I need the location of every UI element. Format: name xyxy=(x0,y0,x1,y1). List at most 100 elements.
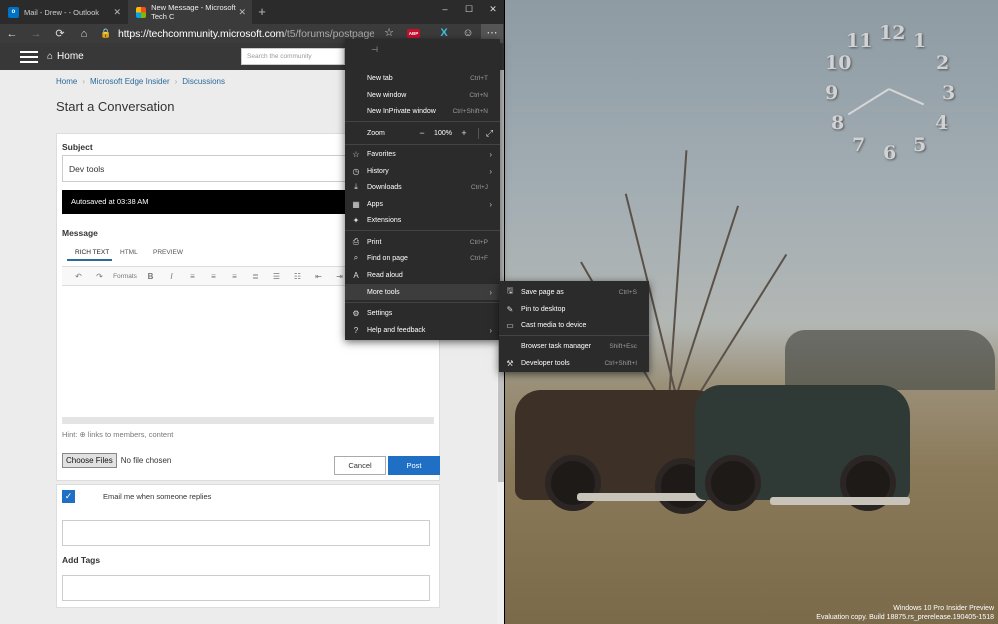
hint-text: Hint: ⊕ links to members, content xyxy=(62,430,174,439)
align-left-icon[interactable]: ≡ xyxy=(182,272,203,281)
car-wheel xyxy=(545,455,601,511)
adblock-extension-icon[interactable]: ABP xyxy=(407,29,420,38)
menu-cast-media[interactable]: ▭ Cast media to device xyxy=(499,317,649,333)
more-tools-submenu: 🖫 Save page as Ctrl+S ✎ Pin to desktop ▭ Cas… xyxy=(499,281,649,372)
tags-input[interactable] xyxy=(62,575,430,601)
chevron-right-icon: › xyxy=(489,199,492,209)
breadcrumb: Home › Microsoft Edge Insider › Discussions xyxy=(56,77,225,86)
menu-label: Settings xyxy=(367,309,393,317)
menu-save-page[interactable]: 🖫 Save page as Ctrl+S xyxy=(499,284,649,300)
tab-new-message[interactable]: New Message - Microsoft Tech C ✕ xyxy=(128,0,252,24)
justify-icon[interactable]: ≣ xyxy=(245,272,266,281)
formats-dropdown[interactable]: Formats xyxy=(110,273,140,280)
new-tab-button[interactable]: + xyxy=(255,4,269,20)
read-aloud-icon: A xyxy=(353,270,359,280)
menu-task-manager[interactable]: Browser task manager Shift+Esc xyxy=(499,338,649,354)
menu-apps[interactable]: ▦ Apps › xyxy=(345,196,500,212)
menu-label: Downloads xyxy=(367,183,402,191)
menu-settings[interactable]: ⚙ Settings xyxy=(345,305,500,321)
menu-new-window[interactable]: New window Ctrl+N xyxy=(345,87,500,103)
home-icon[interactable]: ⌂ xyxy=(47,51,53,62)
breadcrumb-separator: › xyxy=(82,77,86,86)
maximize-button[interactable]: ☐ xyxy=(457,0,481,20)
tab-preview[interactable]: PREVIEW xyxy=(153,249,183,256)
close-tab-icon[interactable]: ✕ xyxy=(238,7,246,18)
bold-icon[interactable]: B xyxy=(140,272,161,281)
menu-developer-tools[interactable]: ⚒ Developer tools Ctrl+Shift+I xyxy=(499,355,649,371)
numbered-list-icon[interactable]: ☷ xyxy=(287,272,308,281)
fullscreen-icon[interactable]: ⤢ xyxy=(478,127,500,139)
bullet-list-icon[interactable]: ☰ xyxy=(266,272,287,281)
editor-horizontal-scrollbar[interactable] xyxy=(62,417,434,424)
menu-read-aloud[interactable]: A Read aloud xyxy=(345,267,500,283)
community-search-input[interactable]: Search the community xyxy=(241,48,345,65)
close-tab-icon[interactable]: ✕ xyxy=(113,7,121,18)
align-right-icon[interactable]: ≡ xyxy=(224,272,245,281)
menu-history[interactable]: ◷ History › xyxy=(345,163,500,179)
watermark-line: Evaluation copy. Build 18875.rs_prerelea… xyxy=(816,614,994,621)
menu-print[interactable]: ⎙ Print Ctrl+P xyxy=(345,234,500,250)
help-icon: ? xyxy=(353,325,359,335)
chevron-right-icon: › xyxy=(489,287,492,297)
clock-number: 10 xyxy=(825,52,852,74)
minimize-button[interactable]: – xyxy=(433,0,457,20)
email-me-checkbox[interactable]: ✓ xyxy=(62,490,75,503)
clock-number: 6 xyxy=(883,142,897,164)
zoom-in-icon[interactable]: + xyxy=(456,128,472,138)
zoom-value: 100% xyxy=(434,129,452,137)
chevron-right-icon: › xyxy=(489,325,492,335)
email-notify-field[interactable] xyxy=(62,520,430,546)
developer-tools-icon: ⚒ xyxy=(506,358,514,368)
outdent-icon[interactable]: ⇤ xyxy=(308,272,329,281)
menu-label: Browser task manager xyxy=(521,342,592,350)
close-window-button[interactable]: ✕ xyxy=(481,0,504,20)
printer-icon: ⎙ xyxy=(352,237,360,246)
url-path: /t5/forums/postpage/board-i... xyxy=(284,27,374,40)
clock-number: 4 xyxy=(935,112,949,134)
menu-more-tools[interactable]: More tools › xyxy=(345,284,500,300)
menu-downloads[interactable]: ⤓ Downloads Ctrl+J xyxy=(345,179,500,195)
zoom-out-icon[interactable]: − xyxy=(414,128,430,138)
undo-icon[interactable]: ↶ xyxy=(68,272,89,281)
menu-find-on-page[interactable]: ⌕ Find on page Ctrl+F xyxy=(345,250,500,266)
breadcrumb-edge-insider[interactable]: Microsoft Edge Insider xyxy=(90,77,170,86)
forward-icon[interactable]: → xyxy=(24,28,48,40)
apps-icon: ▦ xyxy=(352,199,360,209)
breadcrumb-home[interactable]: Home xyxy=(56,77,77,86)
menu-pin-desktop[interactable]: ✎ Pin to desktop xyxy=(499,301,649,317)
redo-icon[interactable]: ↷ xyxy=(89,272,110,281)
title-bar: o Mail - Drew - - Outlook ✕ New Message … xyxy=(0,0,504,24)
tab-label: Mail - Drew - - Outlook xyxy=(24,7,100,17)
menu-new-tab[interactable]: New tab Ctrl+T xyxy=(345,70,500,86)
puzzle-icon: ✦ xyxy=(352,215,360,225)
cancel-button[interactable]: Cancel xyxy=(334,456,386,475)
breadcrumb-discussions[interactable]: Discussions xyxy=(182,77,225,86)
back-icon[interactable]: ← xyxy=(0,28,24,40)
tab-html[interactable]: HTML xyxy=(120,249,138,256)
home-link[interactable]: Home xyxy=(57,51,84,62)
menu-extensions[interactable]: ✦ Extensions xyxy=(345,212,500,228)
menu-favorites[interactable]: ☆ Favorites › xyxy=(345,146,500,162)
menu-label: New InPrivate window xyxy=(367,107,436,115)
menu-label: Read aloud xyxy=(367,271,403,279)
refresh-icon[interactable]: ⟳ xyxy=(48,27,72,40)
url-domain: https://techcommunity.microsoft.com xyxy=(118,27,285,40)
lock-icon[interactable]: 🔒 xyxy=(100,28,112,39)
outlook-icon: o xyxy=(8,6,19,18)
menu-new-inprivate[interactable]: New InPrivate window Ctrl+Shift+N xyxy=(345,103,500,119)
address-bar[interactable]: https://techcommunity.microsoft.com/t5/f… xyxy=(118,28,374,40)
menu-help-feedback[interactable]: ? Help and feedback › xyxy=(345,322,500,338)
clock-number: 8 xyxy=(831,112,845,134)
hamburger-menu-icon[interactable] xyxy=(20,48,38,66)
post-button[interactable]: Post xyxy=(388,456,440,475)
menu-shortcut: Ctrl+Shift+N xyxy=(452,107,488,115)
tab-rich-text[interactable]: RICH TEXT xyxy=(75,249,109,256)
tab-outlook[interactable]: o Mail - Drew - - Outlook ✕ xyxy=(0,0,127,24)
italic-icon[interactable]: I xyxy=(161,272,182,281)
pin-menu-icon[interactable]: ⊣ xyxy=(371,45,378,54)
home-icon[interactable]: ⌂ xyxy=(72,28,96,40)
align-center-icon[interactable]: ≡ xyxy=(203,272,224,281)
menu-label: Save page as xyxy=(521,288,564,296)
menu-label: Find on page xyxy=(367,254,408,262)
choose-files-button[interactable]: Choose Files xyxy=(62,453,117,468)
